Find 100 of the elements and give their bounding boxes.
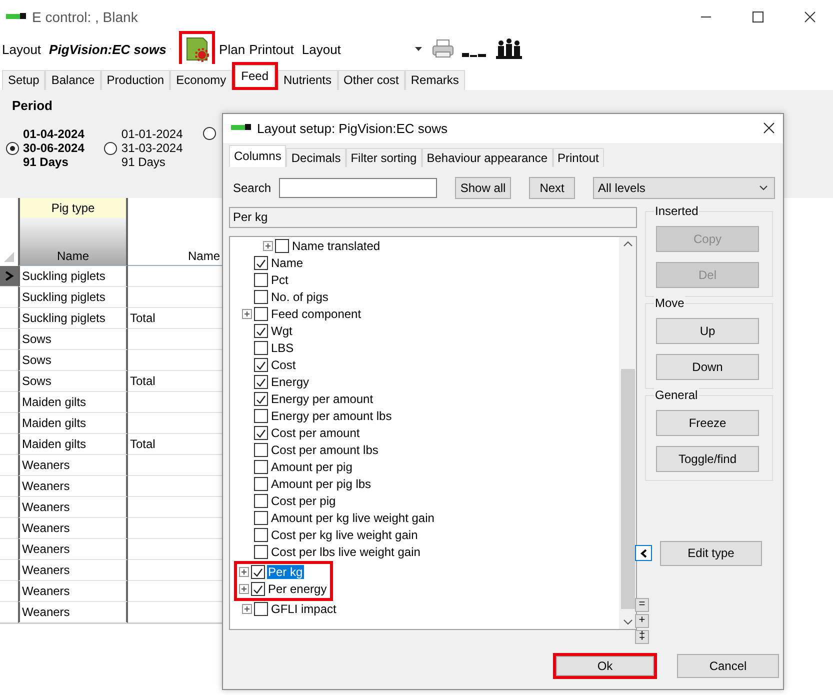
checkbox[interactable] [251, 582, 265, 596]
table-cell: Weaners [18, 497, 128, 518]
column-item[interactable]: Wgt [270, 324, 294, 338]
checkbox[interactable] [254, 443, 268, 458]
level-dropdown[interactable]: All levels [593, 176, 776, 199]
column-item[interactable]: Amount per pig lbs [270, 477, 372, 492]
checkbox[interactable] [254, 528, 268, 542]
checkbox[interactable] [254, 426, 268, 440]
column-item[interactable]: Cost per kg live weight gain [270, 528, 419, 542]
column-item[interactable]: Name [270, 256, 304, 270]
checkbox[interactable] [275, 239, 289, 254]
column-item[interactable]: Energy per amount lbs [270, 409, 393, 424]
expand-icon[interactable] [239, 584, 249, 594]
column-item[interactable]: No. of pigs [270, 290, 330, 304]
period-text: 30-06-2024 [23, 141, 84, 155]
next-button[interactable]: Next [529, 176, 576, 199]
column-item[interactable]: Amount per pig [270, 460, 354, 474]
tab[interactable]: Printout [552, 148, 604, 167]
expand-icon[interactable] [263, 241, 273, 252]
expand-icon[interactable] [242, 604, 252, 614]
current-row-icon [4, 271, 14, 281]
people-icon[interactable] [494, 36, 524, 62]
ok-button[interactable]: Ok [556, 656, 654, 676]
checkbox[interactable] [254, 341, 268, 356]
tab[interactable]: Economy [170, 70, 232, 90]
column-header[interactable]: Name [18, 218, 128, 266]
table-cell: Maiden gilts [18, 392, 128, 413]
column-item[interactable]: Cost per lbs live weight gain [270, 545, 422, 560]
column-item[interactable]: Cost per amount lbs [270, 443, 380, 458]
selected-column-field[interactable]: Per kg [229, 206, 637, 228]
column-item[interactable]: Feed component [270, 307, 362, 322]
checkbox[interactable] [254, 358, 268, 372]
column-item[interactable]: Cost per amount [270, 426, 361, 440]
checkbox[interactable] [254, 392, 268, 406]
tab[interactable]: Remarks [404, 70, 465, 90]
table-cell: Weaners [18, 476, 128, 497]
tab[interactable]: Other cost [338, 70, 405, 90]
column-item[interactable]: Energy per amount [270, 392, 374, 406]
size-button[interactable]: = [635, 598, 649, 612]
show-all-button[interactable]: Show all [455, 176, 512, 199]
checkbox[interactable] [254, 375, 268, 390]
cancel-button[interactable]: Cancel [677, 654, 779, 678]
dialog-title: Layout setup: PigVision:EC sows [257, 120, 449, 136]
plan-label[interactable]: Plan [219, 42, 246, 56]
close-icon[interactable] [763, 122, 775, 134]
table-cell: Sows [18, 329, 128, 350]
checkbox[interactable] [254, 409, 268, 424]
tab[interactable]: Decimals [286, 148, 346, 167]
checkbox[interactable] [254, 273, 268, 288]
checkbox[interactable] [254, 307, 268, 322]
table-cell: Weaners [18, 539, 128, 560]
checkbox[interactable] [254, 290, 268, 304]
tab[interactable]: Feed [235, 65, 274, 87]
column-item[interactable]: GFLI impact [270, 602, 338, 616]
column-item[interactable]: Cost per pig [270, 494, 337, 508]
radio-button[interactable] [202, 127, 216, 140]
column-item[interactable]: LBS [270, 341, 295, 356]
tab[interactable]: Setup [2, 70, 46, 90]
row-header[interactable] [0, 266, 18, 287]
scrollbar[interactable] [619, 236, 636, 629]
action-button[interactable]: Freeze [656, 410, 759, 436]
tab[interactable]: Production [100, 70, 170, 90]
checkbox[interactable] [254, 511, 268, 526]
app-icon [231, 124, 251, 132]
tab[interactable]: Behaviour appearance [422, 148, 552, 167]
checkbox[interactable] [254, 477, 268, 492]
size-button[interactable]: + [635, 614, 649, 628]
column-item[interactable]: Cost [270, 358, 297, 372]
column-item[interactable]: Per kg [267, 565, 304, 580]
column-item[interactable]: Amount per kg live weight gain [270, 511, 436, 526]
group-title: Move [654, 296, 686, 310]
checkbox[interactable] [254, 602, 268, 616]
checkbox[interactable] [254, 256, 268, 270]
action-button[interactable]: Down [656, 354, 759, 380]
tab[interactable]: Nutrients [278, 70, 338, 90]
group-title: Inserted [654, 204, 700, 218]
expand-icon[interactable] [242, 309, 252, 320]
search-field[interactable] [279, 178, 438, 198]
tab[interactable]: Columns [229, 144, 286, 167]
checkbox[interactable] [254, 545, 268, 560]
expand-icon[interactable] [239, 567, 249, 578]
checkbox[interactable] [254, 324, 268, 338]
radio-button[interactable] [6, 142, 19, 154]
column-item[interactable]: Energy [270, 375, 310, 390]
column-item[interactable]: Pct [270, 273, 290, 288]
action-button[interactable]: Up [656, 318, 759, 344]
checkbox[interactable] [254, 494, 268, 508]
radio-button[interactable] [104, 142, 118, 154]
size-button[interactable]: ‡ [635, 630, 649, 644]
tab[interactable]: Filter sorting [346, 148, 422, 167]
table-cell: Suckling piglets [18, 266, 128, 287]
tab[interactable]: Balance [45, 70, 101, 90]
printout-label: Printout [249, 42, 294, 56]
edit-type-button[interactable]: Edit type [660, 540, 762, 566]
checkbox[interactable] [254, 460, 268, 474]
action-button[interactable]: Toggle/find [656, 446, 759, 472]
collapse-button[interactable] [635, 545, 652, 562]
column-item[interactable]: Per energy [267, 582, 328, 596]
column-item[interactable]: Name translated [291, 239, 382, 254]
checkbox[interactable] [251, 565, 265, 580]
